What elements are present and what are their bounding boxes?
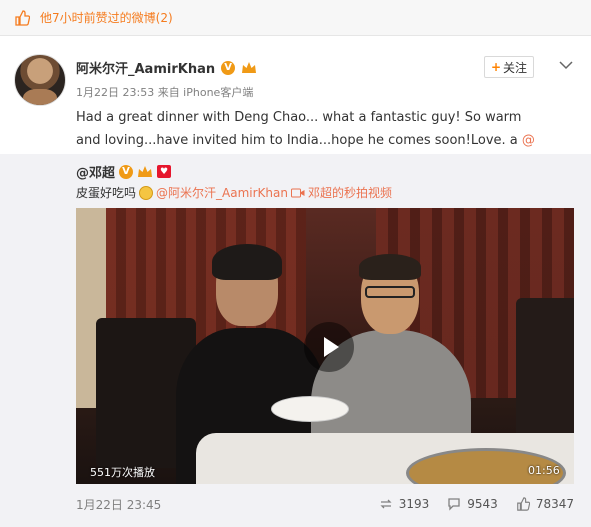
video-camera-icon [290,188,305,197]
thumbs-up-icon [516,497,530,511]
post-meta: 1月22日 23:53 来自 iPhone客户端 [76,86,254,99]
verified-badge-icon: V [221,60,236,75]
liked-banner[interactable]: 他7小时前赞过的微博(2) [0,0,591,36]
repost-button[interactable]: 3193 [379,497,430,511]
repost-author-row: @邓超 V ♥ [76,162,172,181]
repost-text-body: 皮蛋好吃吗 [76,186,137,200]
repost-count: 3193 [398,497,430,511]
video-player[interactable]: 551万次播放 01:56 [76,208,574,484]
comment-count: 9543 [467,497,498,511]
comment-button[interactable]: 9543 [447,497,498,511]
like-button[interactable]: 78347 [516,497,574,511]
repost-mention-link[interactable]: @阿米尔汗_AamirKhan [156,184,288,201]
repost-footer: 1月22日 23:45 3193 9543 78347 [76,492,574,516]
follow-label: 关注 [503,60,528,75]
like-count: 78347 [535,497,574,511]
verified-badge-icon: V [119,164,134,179]
repost-time[interactable]: 1月22日 23:45 [76,496,361,513]
plus-icon: + [490,60,502,74]
post-text-body: Had a great dinner with Deng Chao... wha… [76,110,522,148]
avatar[interactable] [14,54,66,106]
follow-button[interactable]: + 关注 [484,56,534,78]
video-duration: 01:56 [528,464,560,477]
author-row: 阿米尔汗_AamirKhan V [76,58,257,77]
video-view-count: 551万次播放 [90,466,155,479]
comment-icon [448,498,460,511]
play-icon [323,337,339,357]
weibo-card: 阿米尔汗_AamirKhan V 1月22日 23:53 来自 iPhone客户… [0,36,591,527]
crown-icon [242,61,257,73]
repost-text: 皮蛋好吃吗 @阿米尔汗_AamirKhan 邓超的秒拍视频 [76,184,392,201]
heart-badge-icon: ♥ [157,165,172,178]
video-link[interactable]: 邓超的秒拍视频 [308,184,392,201]
repost-author-name[interactable]: @邓超 [76,162,115,181]
chevron-down-icon[interactable] [558,58,574,72]
crown-icon [138,165,153,177]
video-frame-plate [271,396,349,422]
repost-icon [380,499,392,509]
author-name[interactable]: 阿米尔汗_AamirKhan [76,58,215,77]
cat-emoji-icon [139,185,154,200]
thumbs-up-icon [15,9,30,26]
play-button[interactable] [304,322,354,372]
liked-banner-text: 他7小时前赞过的微博(2) [40,11,173,25]
repost-block: @邓超 V ♥ 皮蛋好吃吗 @阿米尔汗_AamirKhan 邓超的秒拍视频 55… [0,154,591,527]
